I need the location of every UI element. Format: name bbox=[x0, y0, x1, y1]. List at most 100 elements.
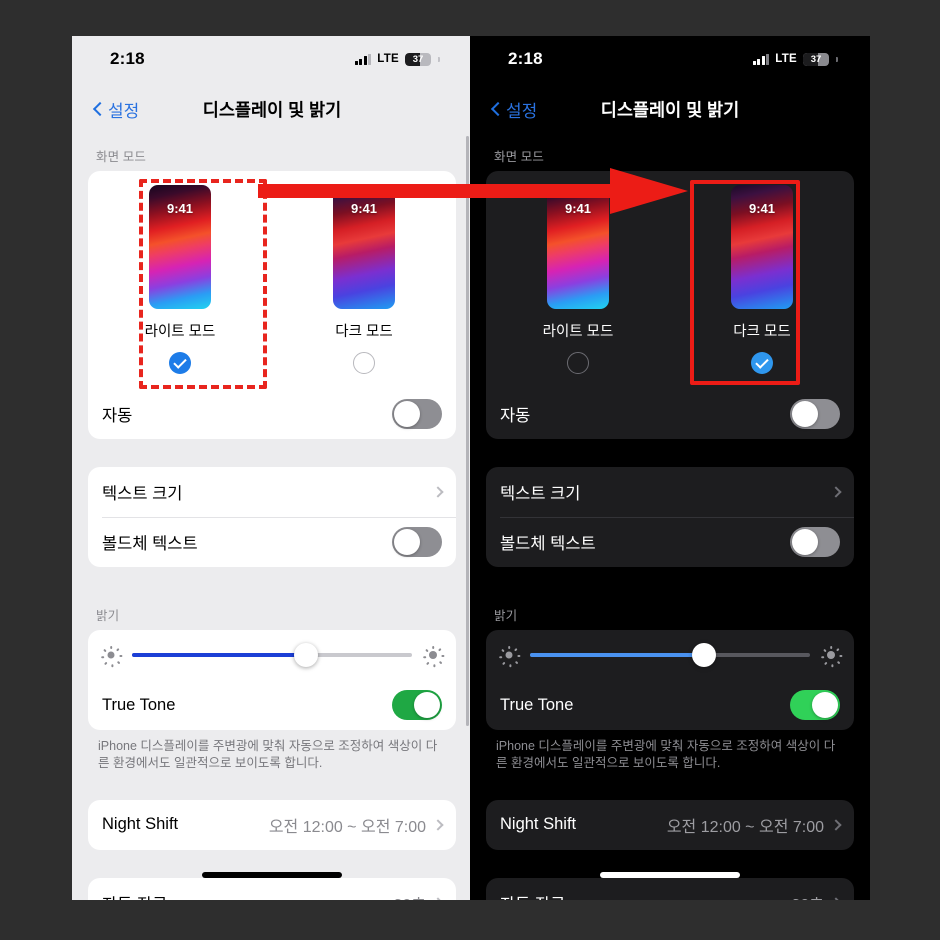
battery-tip bbox=[836, 56, 838, 62]
row-label: Night Shift bbox=[102, 815, 179, 834]
true-tone-toggle[interactable] bbox=[392, 690, 442, 720]
row-value: 30초 bbox=[393, 891, 426, 900]
row-auto-appearance[interactable]: 자동 bbox=[88, 389, 456, 439]
screenshot-stage: 2:18 LTE 37 설정 디스플레이 및 밝기 화면 모드 9:41 라이트… bbox=[0, 0, 940, 940]
home-indicator bbox=[202, 872, 342, 878]
nav-bar: 설정 디스플레이 및 밝기 bbox=[72, 82, 472, 136]
row-auto-lock[interactable]: 자동 잠금 30초 bbox=[486, 878, 854, 900]
signal-bars-icon bbox=[752, 53, 770, 65]
row-text-size[interactable]: 텍스트 크기 bbox=[486, 467, 854, 517]
brightness-low-icon bbox=[499, 646, 521, 668]
mode-option-label: 라이트 모드 bbox=[542, 324, 614, 340]
row-label: 자동 잠금 bbox=[102, 891, 393, 900]
brightness-card: True Tone bbox=[88, 630, 456, 730]
brightness-high-icon bbox=[821, 646, 843, 668]
row-label: 텍스트 크기 bbox=[500, 485, 581, 503]
preview-clock: 9:41 bbox=[350, 201, 378, 216]
row-night-shift[interactable]: Night Shift 오전 12:00 ~ 오전 7:00 bbox=[486, 800, 854, 850]
row-value: 오전 12:00 ~ 오전 7:00 bbox=[268, 818, 426, 836]
preview-clock: 9:41 bbox=[748, 201, 776, 216]
row-true-tone[interactable]: True Tone bbox=[486, 680, 854, 730]
bold-text-toggle[interactable] bbox=[790, 527, 840, 557]
mode-option-light[interactable]: 9:41 라이트 모드 bbox=[486, 185, 670, 383]
wallpaper-preview-light: 9:41 bbox=[547, 185, 609, 309]
brightness-slider-fill bbox=[530, 653, 704, 657]
row-bold-text[interactable]: 볼드체 텍스트 bbox=[486, 517, 854, 567]
brightness-high-icon bbox=[423, 646, 445, 668]
row-label: 볼드체 텍스트 bbox=[500, 535, 596, 553]
text-settings-card: 텍스트 크기 볼드체 텍스트 bbox=[88, 467, 456, 567]
preview-clock: 9:41 bbox=[564, 201, 592, 216]
phone-screen-after: 2:18 LTE 37 설정 디스플레이 및 밝기 화면 모드 9:41 라이트… bbox=[470, 36, 870, 900]
mode-option-label: 라이트 모드 bbox=[144, 324, 216, 340]
status-clock: 2:18 bbox=[110, 49, 145, 68]
appearance-mode-picker: 9:41 라이트 모드 9:41 다크 모드 bbox=[486, 171, 854, 389]
row-auto-appearance[interactable]: 자동 bbox=[486, 389, 854, 439]
true-tone-footnote: iPhone 디스플레이를 주변광에 맞춰 자동으로 조정하여 색상이 다른 환… bbox=[496, 739, 836, 770]
bold-text-toggle[interactable] bbox=[392, 527, 442, 557]
mode-option-light[interactable]: 9:41 라이트 모드 bbox=[88, 185, 272, 383]
row-true-tone[interactable]: True Tone bbox=[88, 680, 456, 730]
row-label: 볼드체 텍스트 bbox=[102, 535, 198, 553]
row-bold-text[interactable]: 볼드체 텍스트 bbox=[88, 517, 456, 567]
mode-option-label: 다크 모드 bbox=[733, 324, 791, 340]
row-label: True Tone bbox=[500, 695, 574, 714]
auto-appearance-toggle[interactable] bbox=[790, 399, 840, 429]
row-label: 자동 잠금 bbox=[500, 891, 791, 900]
mode-option-dark[interactable]: 9:41 다크 모드 bbox=[670, 185, 854, 383]
page-title: 디스플레이 및 밝기 bbox=[202, 99, 342, 120]
settings-content: 화면 모드 9:41 라이트 모드 9:41 다크 모드 자동 텍스트 크기 볼… bbox=[72, 136, 472, 900]
battery-level-label: 37 bbox=[810, 53, 822, 65]
appearance-section-label: 화면 모드 bbox=[494, 150, 544, 164]
chevron-right-icon bbox=[432, 486, 444, 498]
radio-selected-icon[interactable] bbox=[751, 352, 773, 374]
chevron-right-icon bbox=[830, 897, 842, 900]
row-label: 자동 bbox=[500, 407, 531, 425]
brightness-slider-handle[interactable] bbox=[691, 643, 716, 667]
home-indicator bbox=[600, 872, 740, 878]
brightness-section-label: 밝기 bbox=[494, 609, 518, 623]
brightness-slider[interactable] bbox=[132, 643, 412, 667]
row-text-size[interactable]: 텍스트 크기 bbox=[88, 467, 456, 517]
brightness-slider-row[interactable] bbox=[486, 630, 854, 680]
nav-bar: 설정 디스플레이 및 밝기 bbox=[470, 82, 870, 136]
row-auto-lock[interactable]: 자동 잠금 30초 bbox=[88, 878, 456, 900]
battery-icon: 37 bbox=[803, 52, 829, 66]
appearance-card: 9:41 라이트 모드 9:41 다크 모드 자동 bbox=[486, 171, 854, 439]
row-value: 오전 12:00 ~ 오전 7:00 bbox=[666, 818, 824, 836]
true-tone-toggle[interactable] bbox=[790, 690, 840, 720]
row-label: True Tone bbox=[102, 695, 176, 714]
appearance-section-label: 화면 모드 bbox=[96, 150, 146, 164]
auto-appearance-toggle[interactable] bbox=[392, 399, 442, 429]
appearance-mode-picker: 9:41 라이트 모드 9:41 다크 모드 bbox=[88, 171, 456, 389]
row-label: Night Shift bbox=[500, 815, 577, 834]
chevron-right-icon bbox=[432, 897, 444, 900]
brightness-slider-row[interactable] bbox=[88, 630, 456, 680]
auto-lock-card: 자동 잠금 30초 bbox=[88, 877, 456, 900]
status-clock: 2:18 bbox=[508, 49, 543, 68]
night-shift-card: Night Shift 오전 12:00 ~ 오전 7:00 bbox=[88, 799, 456, 850]
brightness-slider-handle[interactable] bbox=[293, 643, 318, 667]
brightness-slider-fill bbox=[132, 653, 306, 657]
battery-icon: 37 bbox=[405, 52, 431, 66]
text-settings-card: 텍스트 크기 볼드체 텍스트 bbox=[486, 467, 854, 567]
radio-selected-icon[interactable] bbox=[169, 352, 191, 374]
radio-unselected-icon[interactable] bbox=[567, 352, 589, 374]
phone-screen-before: 2:18 LTE 37 설정 디스플레이 및 밝기 화면 모드 9:41 라이트… bbox=[72, 36, 472, 900]
chevron-right-icon bbox=[830, 819, 842, 831]
row-night-shift[interactable]: Night Shift 오전 12:00 ~ 오전 7:00 bbox=[88, 800, 456, 850]
radio-unselected-icon[interactable] bbox=[353, 352, 375, 374]
brightness-slider[interactable] bbox=[530, 643, 810, 667]
status-indicators: LTE 37 bbox=[354, 52, 440, 66]
row-value: 30초 bbox=[791, 891, 824, 900]
brightness-card: True Tone bbox=[486, 630, 854, 730]
network-type-label: LTE bbox=[775, 53, 797, 65]
row-label: 텍스트 크기 bbox=[102, 485, 183, 503]
status-bar: 2:18 LTE 37 bbox=[72, 36, 472, 82]
chevron-right-icon bbox=[432, 819, 444, 831]
status-indicators: LTE 37 bbox=[752, 52, 838, 66]
chevron-right-icon bbox=[830, 486, 842, 498]
brightness-low-icon bbox=[101, 646, 123, 668]
vertical-scrollbar[interactable] bbox=[466, 136, 469, 726]
mode-option-dark[interactable]: 9:41 다크 모드 bbox=[272, 185, 456, 383]
